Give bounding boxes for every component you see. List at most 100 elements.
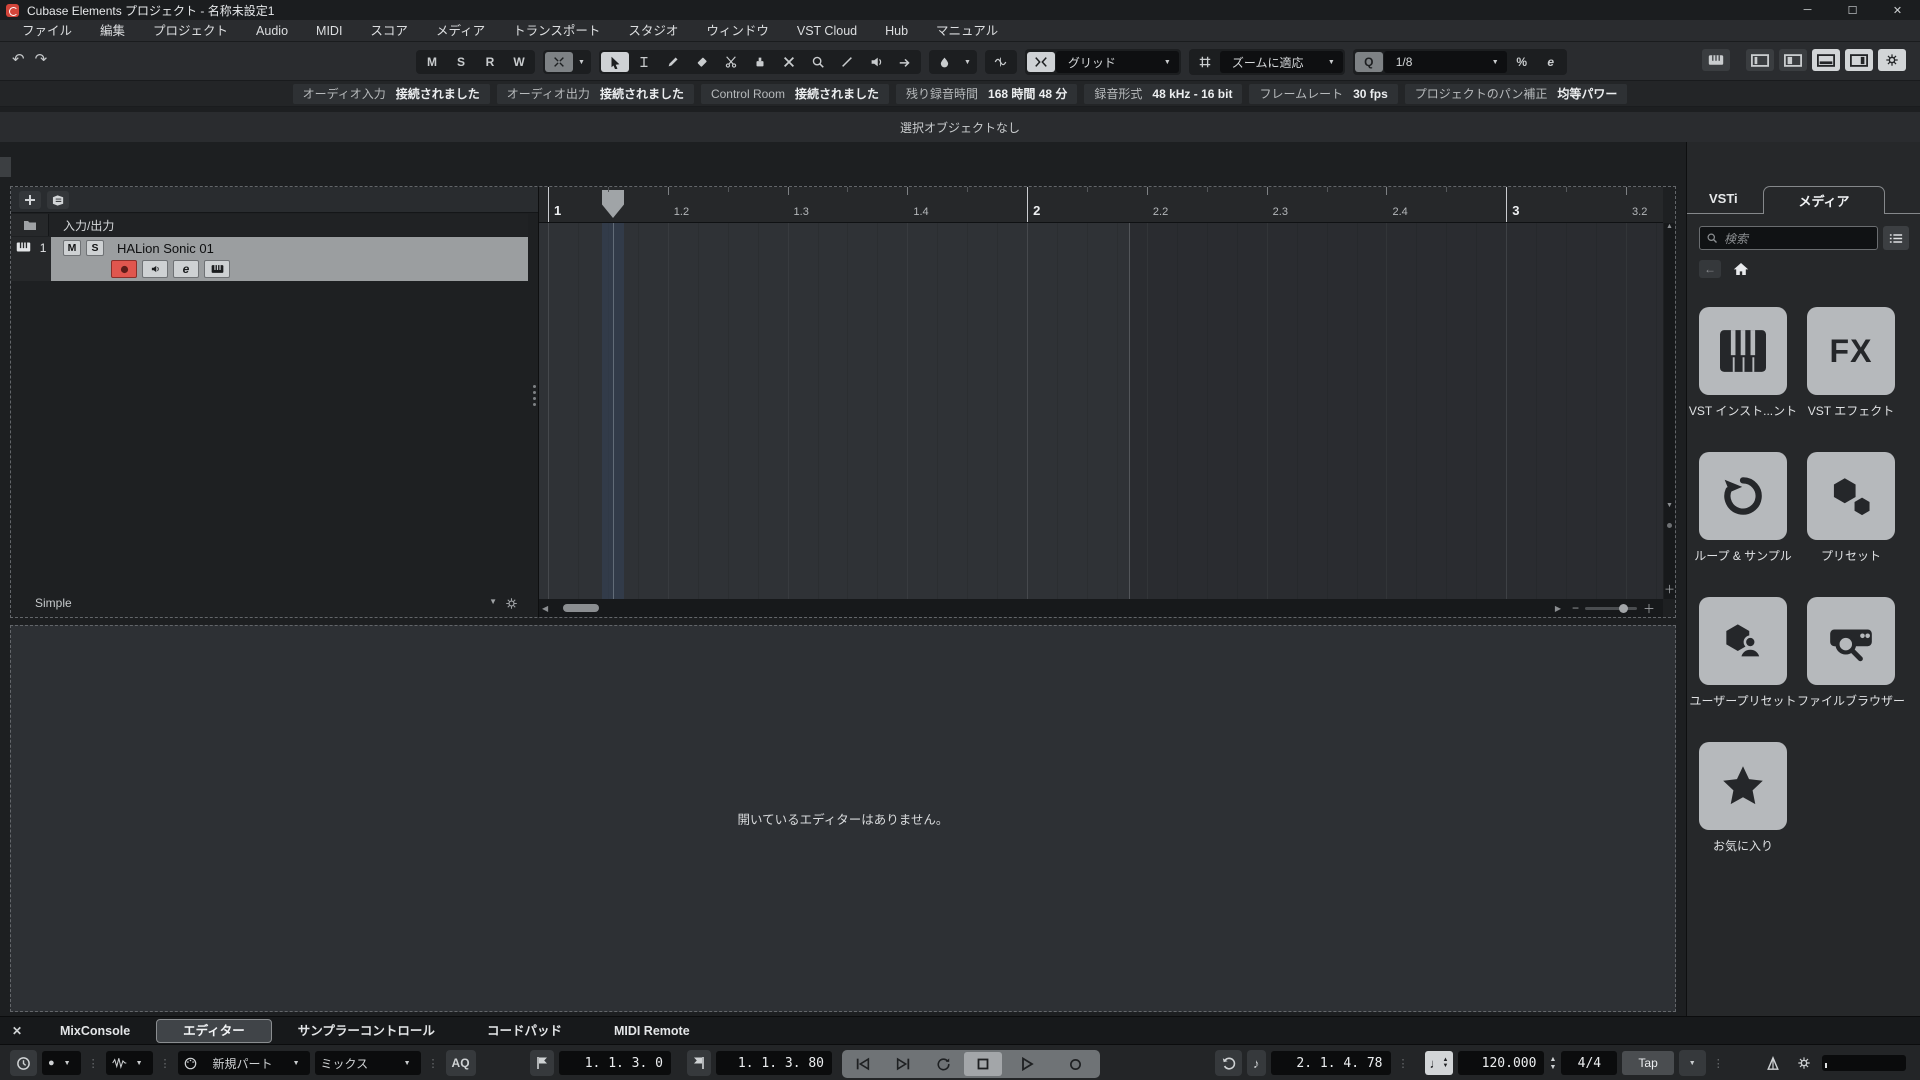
midi-record-mode-select[interactable]: 新規パート ▼ [177,1051,310,1075]
left-zone-toggle-icon[interactable] [1779,49,1807,71]
play-button[interactable] [1004,1052,1050,1076]
track-setup-gear-icon[interactable] [505,597,518,610]
preset-dropdown-icon[interactable]: ▼ [489,597,497,610]
close-button[interactable]: ✕ [1875,0,1920,20]
menu-hub[interactable]: Hub [871,20,922,42]
audio-performance-meter[interactable] [1822,1055,1906,1071]
right-locator-flag-icon[interactable] [687,1050,711,1076]
presets-tile[interactable]: プリセット [1807,452,1895,564]
v-zoom-knob[interactable] [1667,523,1672,528]
project-tab-handle[interactable] [0,157,11,177]
menu-file[interactable]: ファイル [8,20,86,42]
instrument-track-row[interactable]: 1 M S HALion Sonic 01 e [11,237,528,281]
track-solo-button[interactable]: S [86,240,104,256]
glue-tool-icon[interactable] [746,52,774,72]
vst-effects-tile[interactable]: FX VST エフェクト [1807,307,1895,419]
search-input[interactable]: 検索 [1699,226,1878,250]
close-lower-zone-icon[interactable]: ✕ [0,1024,34,1038]
snap-type-select[interactable]: グリッド ▼ [1055,51,1179,73]
go-to-start-button[interactable] [844,1052,882,1076]
redo-icon[interactable]: ↷ [35,50,48,68]
scroll-right-icon[interactable]: ▶ [1552,604,1564,613]
edit-instrument-button[interactable]: e [173,260,199,278]
playhead-marker[interactable] [602,190,624,218]
tempo-sync-icon[interactable]: ♩ ▲ ▼ [1424,1051,1454,1075]
midi-cycle-mode-select[interactable]: ミックス ▼ [314,1051,421,1075]
scroll-left-icon[interactable]: ◀ [539,604,551,613]
undo-icon[interactable]: ↶ [12,50,25,68]
quantize-q-icon[interactable]: Q [1354,52,1383,72]
left-locator-display[interactable]: 1. 1. 3. 0 [559,1051,671,1075]
play-tool-icon[interactable] [862,52,890,72]
go-to-end-button[interactable] [884,1052,922,1076]
zoom-out-icon[interactable]: − [1572,601,1579,615]
vst-instruments-tile[interactable]: VST インスト...ント [1689,307,1797,419]
auto-quantize-button[interactable]: AQ [445,1050,476,1076]
audio-record-mode-select[interactable]: ▼ [105,1051,153,1075]
draw-tool-icon[interactable] [659,52,687,72]
user-presets-tile[interactable]: ユーザープリセット [1689,597,1797,709]
use-track-preset-icon[interactable] [47,190,69,209]
tempo-dropdown-icon[interactable]: ▼ [1678,1050,1706,1076]
quantize-preset-select[interactable]: 1/8 ▼ [1383,51,1507,73]
track-preset-label[interactable]: Simple [11,596,72,610]
erase-tool-icon[interactable] [688,52,716,72]
grid-type-select[interactable]: ズームに適応 ▼ [1219,51,1343,73]
h-scroll-thumb[interactable] [563,604,600,612]
cycle-button[interactable] [924,1052,962,1076]
write-automation-button[interactable]: W [505,52,533,72]
zoom-slider-knob[interactable] [1618,603,1628,613]
record-enable-button[interactable] [111,260,137,278]
menu-project[interactable]: プロジェクト [139,20,242,42]
horizontal-scrollbar[interactable]: ◀ ▶ − ＋ [539,599,1663,617]
stop-button[interactable] [964,1052,1002,1076]
mute-all-button[interactable]: M [418,52,446,72]
menu-audio[interactable]: Audio [242,20,302,42]
event-display[interactable] [539,223,1663,599]
tab-chord-pads[interactable]: コードパッド [461,1019,588,1043]
metronome-icon[interactable] [1760,1050,1786,1076]
menu-transport[interactable]: トランスポート [499,20,614,42]
solo-all-button[interactable]: S [447,52,475,72]
file-browser-tile[interactable]: ファイルブラウザー [1797,597,1905,709]
automation-follows-events-icon[interactable] [987,52,1015,72]
tempo-spinner[interactable]: ▲ ▼ [1549,1056,1556,1071]
panel-splitter-handle[interactable] [530,372,538,418]
v-zoom-in-icon[interactable]: ＋ [1664,581,1675,597]
io-folder-row[interactable]: 入力/出力 [11,214,528,236]
tap-tempo-button[interactable]: Tap [1622,1051,1674,1075]
snap-on-off-icon[interactable] [1026,52,1055,72]
tab-mixconsole[interactable]: MixConsole [34,1019,156,1043]
zoom-slider[interactable] [1584,603,1637,613]
position-display[interactable]: 2. 1. 4. 78 [1270,1051,1391,1075]
add-track-icon[interactable] [19,190,41,209]
line-tool-icon[interactable] [833,52,861,72]
split-tool-icon[interactable] [717,52,745,72]
zoom-in-icon[interactable]: ＋ [1643,600,1655,617]
keyboard-icon[interactable] [1702,49,1730,71]
tab-sampler-control[interactable]: サンプラーコントロール [272,1019,461,1043]
loops-samples-tile[interactable]: ループ & サンプル [1694,452,1792,564]
home-icon[interactable] [1733,262,1749,276]
auto-scroll-dropdown[interactable]: ▼ [574,59,589,66]
right-zone-toggle-icon[interactable] [1845,49,1873,71]
back-icon[interactable]: ← [1699,260,1721,278]
color-tool-icon[interactable] [891,52,919,72]
tempo-display[interactable]: 120.000 [1458,1051,1545,1075]
time-format-icon[interactable]: ♪ [1247,1050,1266,1076]
time-signature-display[interactable]: 4/4 [1561,1051,1618,1075]
right-locator-display[interactable]: 1. 1. 3. 80 [716,1051,832,1075]
vertical-scrollbar[interactable]: ▲ ▼ ＋ [1664,223,1675,599]
menu-manual[interactable]: マニュアル [922,20,1012,42]
tab-editor[interactable]: エディター [156,1018,272,1043]
timeline-ruler[interactable]: 1 1.2 1.3 1.4 2 2.2 2.3 2.4 3 3.2 [539,187,1663,223]
scroll-down-icon[interactable]: ▼ [1666,502,1673,509]
read-automation-button[interactable]: R [476,52,504,72]
color-menu-dropdown[interactable]: ▼ [960,59,975,66]
track-mute-button[interactable]: M [63,240,81,256]
range-selection-tool-icon[interactable] [630,52,658,72]
retrospective-record-icon[interactable] [1215,1050,1242,1076]
left-locator-flag-icon[interactable] [530,1050,554,1076]
constrain-delay-compensation-icon[interactable] [10,1050,37,1076]
record-button[interactable] [1052,1052,1098,1076]
